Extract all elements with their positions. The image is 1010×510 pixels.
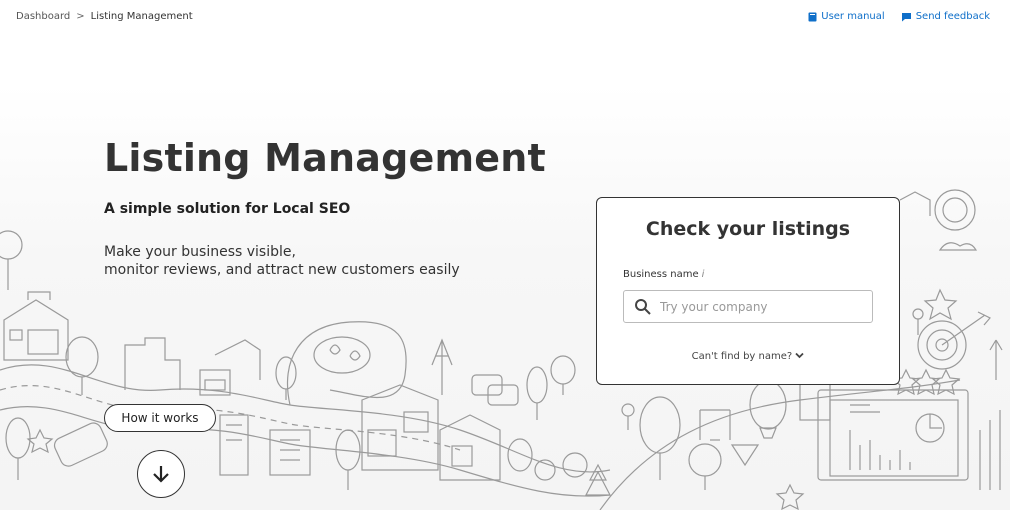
scroll-down-button[interactable] — [137, 450, 185, 498]
chevron-down-icon — [795, 352, 805, 359]
business-name-input[interactable] — [660, 297, 860, 317]
how-it-works-button[interactable]: How it works — [104, 404, 216, 432]
page-description: Make your business visible, monitor revi… — [104, 243, 460, 279]
page-subtitle: A simple solution for Local SEO — [104, 201, 351, 217]
check-listings-card: Check your listings Business namei Can't… — [596, 197, 900, 385]
cant-find-label: Can't find by name? — [691, 351, 793, 362]
info-icon[interactable]: i — [702, 269, 705, 280]
cant-find-toggle[interactable]: Can't find by name? — [597, 351, 899, 362]
search-icon — [635, 299, 651, 315]
business-search-box[interactable] — [623, 290, 873, 323]
business-name-label: Business name i — [623, 269, 704, 280]
chat-bubble-icon — [901, 12, 911, 21]
page-title: Listing Management — [104, 136, 546, 180]
send-feedback-link[interactable]: Send feedback — [901, 11, 990, 22]
user-manual-label: User manual — [821, 11, 885, 22]
card-title: Check your listings — [645, 218, 851, 240]
breadcrumb: Dashboard > Listing Management — [16, 11, 193, 22]
send-feedback-label: Send feedback — [915, 11, 990, 22]
arrow-down-icon — [153, 466, 169, 483]
user-manual-link[interactable]: User manual — [808, 11, 885, 22]
breadcrumb-separator: > — [76, 11, 85, 22]
description-line-1: Make your business visible, — [104, 244, 296, 260]
top-bar: Dashboard > Listing Management User manu… — [0, 0, 1010, 34]
description-line-2: monitor reviews, and attract new custome… — [104, 262, 460, 278]
business-name-label-text: Business name — [623, 269, 699, 280]
top-links: User manual Send feedback — [808, 11, 990, 22]
breadcrumb-current: Listing Management — [90, 11, 193, 22]
book-icon — [808, 12, 817, 21]
how-it-works-label: How it works — [121, 411, 199, 425]
breadcrumb-dashboard[interactable]: Dashboard — [16, 11, 70, 22]
